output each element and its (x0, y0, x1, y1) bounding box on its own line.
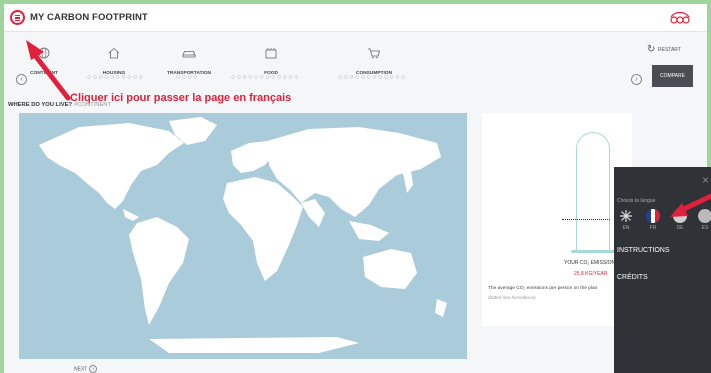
average-emissions-text: The average CO₂ emissions per person on … (488, 286, 598, 291)
menu-item-credits[interactable]: CRÉDITS (617, 274, 648, 281)
uk-flag-icon (619, 209, 633, 223)
emission-value: 25.8 KG/YEAR (574, 271, 608, 277)
co2-gauge-base (571, 250, 615, 253)
dotted-line-reference: dotted line hereabove) (488, 296, 536, 301)
world-map[interactable] (19, 113, 467, 359)
question-text: WHERE DO YOU LIVE? (8, 102, 72, 108)
average-dotted-line (562, 219, 610, 220)
emissions-panel: YOUR CO₂ EMISSION 25.8 KG/YEAR The avera… (482, 113, 632, 326)
next-button[interactable]: NEXT › (74, 365, 98, 373)
language-code: EN (622, 225, 630, 231)
next-label: NEXT (74, 366, 88, 373)
emission-label: YOUR CO₂ EMISSION (564, 260, 616, 266)
co2-gauge (576, 132, 610, 250)
world-map-graphic (39, 117, 447, 353)
next-arrow-icon: › (89, 365, 98, 373)
language-option-en[interactable]: EN (617, 209, 635, 231)
annotation-arrow-fr-icon (670, 193, 711, 217)
close-icon[interactable]: × (702, 174, 709, 186)
question-heading: WHERE DO YOU LIVE? #CONTINENT (8, 102, 111, 108)
france-flag-icon (646, 209, 660, 223)
choose-language-label: Choisis ta langue (617, 198, 656, 204)
app-window: MY CARBON FOOTPRINT ‹ CONTINENT HOUSING … (4, 4, 707, 373)
question-tag: #CONTINENT (74, 102, 112, 108)
menu-item-instructions[interactable]: INSTRUCTIONS (617, 247, 670, 254)
